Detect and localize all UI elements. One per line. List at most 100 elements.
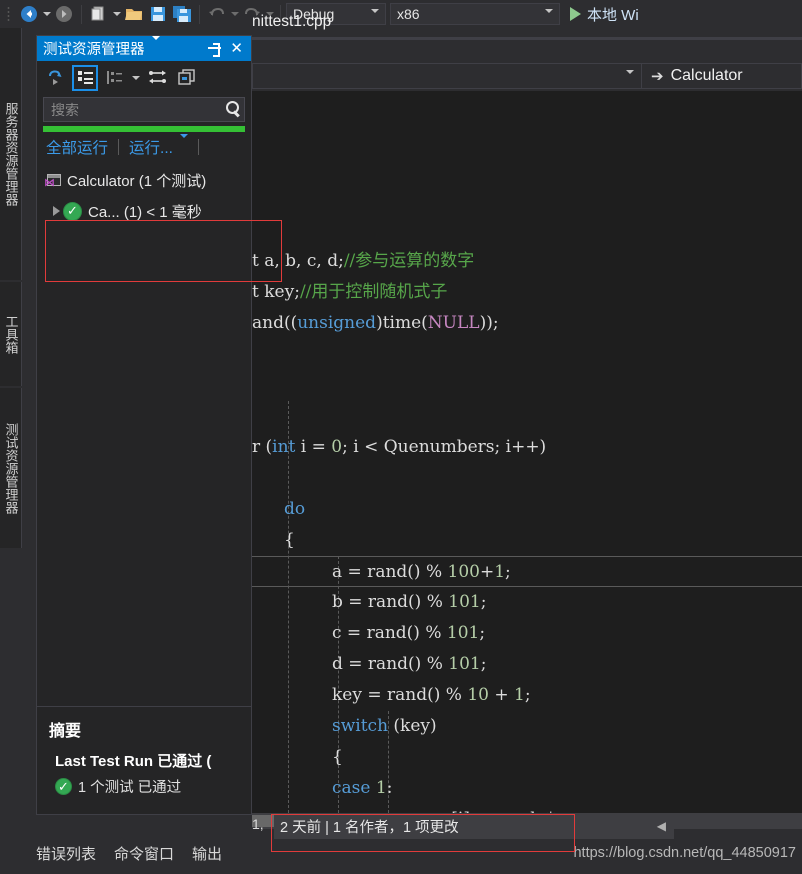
code-line: t key;//用于控制随机式子 [252,282,448,302]
new-item-dropdown-icon[interactable] [111,2,122,26]
save-all-icon[interactable] [170,2,194,26]
watermark-url: https://blog.csdn.net/qq_44850917 [573,845,796,861]
copy-icon[interactable] [173,65,199,91]
open-file-icon[interactable] [122,2,146,26]
chevron-down-icon [626,70,634,92]
test-explorer-title-bar[interactable]: 测试资源管理器 ✕ [37,35,251,61]
chevron-down-icon [371,9,379,29]
navigation-member-combo[interactable]: ➔ Calculator [642,63,802,89]
code-line: { [332,747,343,767]
tab-command-window[interactable]: 命令窗口 [114,843,174,864]
divider [118,139,120,155]
navigation-scope-combo[interactable] [252,63,642,92]
document-tab-unittest1[interactable]: nittest1.cpp [252,10,331,34]
bottom-tool-tabs: 错误列表 命令窗口 输出 [36,843,222,864]
run-link[interactable]: 运行... [129,136,173,158]
passed-icon [55,778,72,795]
list-view-icon[interactable] [72,64,98,91]
code-line: answers[i] = a + b * c; [252,804,802,813]
test-explorer-panel: 测试资源管理器 ✕ 搜索 全部运行 运行... ⋈ Calculator (1 … [36,35,252,815]
run-all-link[interactable]: 全部运行 [46,136,108,158]
search-placeholder: 搜索 [51,101,79,118]
navigate-forward-icon[interactable] [52,2,76,26]
code-line: a = rand() % 100+1; [252,556,802,587]
code-editor[interactable]: t a, b, c, d;//参与运算的数字 t key;//用于控制随机式子 an… [252,91,802,813]
play-icon [570,7,581,21]
collapse-arrow-icon[interactable]: ◀ [657,819,666,833]
code-line: c = rand() % 101; [332,623,486,643]
sidebar-item-label: 服务器资源管理器 [3,102,19,206]
sidebar-item-label: 工具箱 [3,314,19,354]
test-run-bar: 全部运行 运行... [37,132,251,162]
code-line: r (int i = 0; i < Quenumbers; i++) [252,437,547,457]
close-icon[interactable]: ✕ [230,41,243,56]
code-line: t a, b, c, d;//参与运算的数字 [252,251,475,271]
arrow-right-icon: ➔ [651,68,664,85]
chevron-down-icon[interactable] [179,134,188,156]
pin-icon[interactable] [208,42,222,57]
search-icon[interactable] [225,101,242,118]
group-by-icon[interactable] [101,65,127,91]
editor-column-indicator: 1, [252,816,264,832]
git-history-bar[interactable]: 2 天前 | 1 名作者，1 项更改 ◀ [274,813,674,839]
git-history-text: 2 天前 | 1 名作者，1 项更改 [280,819,459,836]
navigation-member-value: Calculator [670,67,743,84]
visual-studio-window: Debug x86 本地 Wi 服务器资源管理器 工具箱 测试资源管理器 nit… [0,0,802,874]
code-line: { [284,530,295,550]
test-tree-node-project[interactable]: ⋈ Calculator (1 个测试) [37,166,251,194]
test-tree: ⋈ Calculator (1 个测试) Ca... (1) < 1 毫秒 [37,162,251,228]
test-tree-node-passed[interactable]: Ca... (1) < 1 毫秒 [37,194,251,228]
code-line: d = rand() % 101; [332,654,487,674]
page-title: 测试资源管理器 [43,42,145,58]
code-line: and((unsigned)time(NULL)); [252,313,499,333]
undo-dropdown-icon[interactable] [229,2,240,26]
start-debug-button[interactable]: 本地 Wi [570,4,639,25]
tab-error-list[interactable]: 错误列表 [36,843,96,864]
passed-icon [63,201,82,221]
test-summary-panel: 摘要 Last Test Run 已通过 ( 1 个测试 已通过 [37,706,251,814]
divider [197,139,199,155]
code-line: do [284,499,306,519]
chevron-right-icon[interactable] [49,206,63,216]
toolbar-divider [81,4,82,24]
code-line: b = rand() % 101; [332,592,487,612]
summary-passed-row: 1 个测试 已通过 [55,776,251,797]
navigate-back-icon[interactable] [17,2,41,26]
summary-heading: 摘要 [49,723,82,740]
start-debug-label: 本地 Wi [587,6,639,24]
summary-passed-label: 1 个测试 已通过 [78,780,182,796]
tab-underline [252,37,802,40]
chevron-down-icon [545,9,553,29]
platform-combo[interactable]: x86 [390,3,560,29]
left-tool-tab-strip: 服务器资源管理器 工具箱 测试资源管理器 [0,28,22,874]
sidebar-item-label: 测试资源管理器 [3,422,19,514]
document-tab-label: nittest1.cpp [252,13,332,30]
test-tree-node-label: Ca... (1) < 1 毫秒 [88,203,202,221]
sidebar-item-toolbox[interactable]: 工具箱 [0,282,22,386]
chevron-down-icon[interactable] [151,35,160,58]
project-icon: ⋈ [44,173,62,188]
code-line: key = rand() % 10 + 1; [332,685,531,705]
new-item-icon[interactable] [87,2,111,26]
sidebar-item-test-explorer[interactable]: 测试资源管理器 [0,388,22,548]
test-search-row: 搜索 [37,94,251,126]
tab-output[interactable]: 输出 [192,843,222,864]
platform-combo-value: x86 [397,6,420,22]
main-toolbar: Debug x86 本地 Wi [0,0,802,29]
sort-icon[interactable] [144,65,170,91]
search-input[interactable]: 搜索 [43,97,245,122]
test-tree-node-label: Calculator (1 个测试) [67,172,207,190]
toolbar-grip[interactable] [3,3,17,25]
undo-icon[interactable] [205,2,229,26]
group-by-dropdown-icon[interactable] [130,66,141,90]
rerun-icon[interactable] [43,65,69,91]
navigate-back-dropdown-icon[interactable] [41,2,52,26]
editor-navigation-bar: ➔ Calculator [252,63,802,92]
save-icon[interactable] [146,2,170,26]
sidebar-item-server-explorer[interactable]: 服务器资源管理器 [0,28,22,280]
toolbar-divider-2 [199,4,200,24]
